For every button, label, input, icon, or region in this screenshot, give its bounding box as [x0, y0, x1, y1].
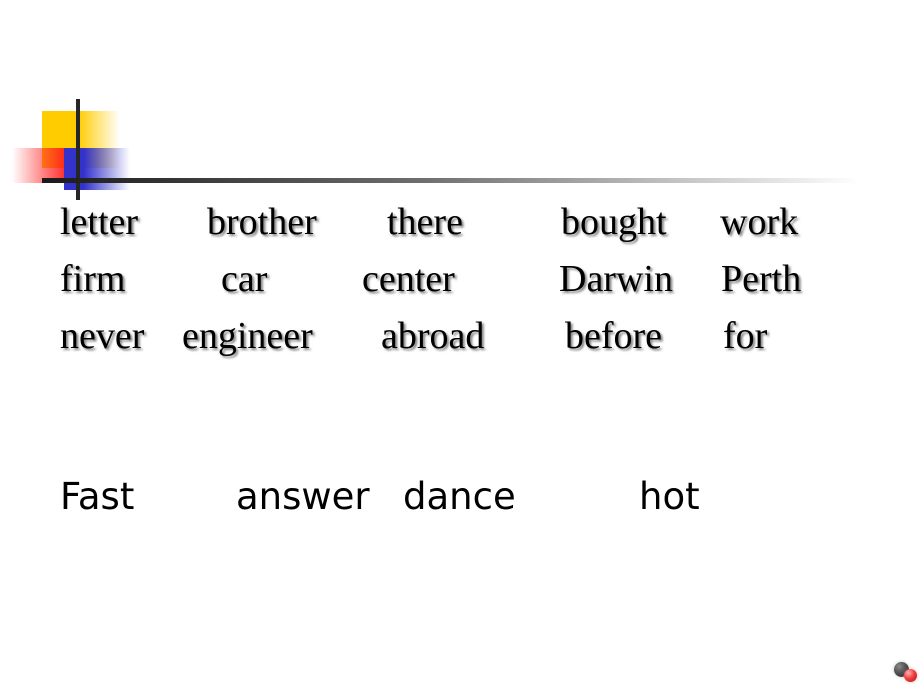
word-row-1: letter brother there bought work	[0, 196, 920, 253]
word-item: there	[387, 201, 463, 243]
word-item: answer	[236, 475, 370, 518]
word-item: work	[720, 201, 799, 243]
word-item: car	[221, 258, 268, 300]
word-item: bought	[561, 201, 667, 243]
serif-word-list: letter brother there bought work firm ca…	[0, 196, 920, 367]
sans-word-row: Fast answer dance hot	[0, 472, 920, 528]
word-item: Perth	[721, 258, 802, 300]
word-row-2: firm car center Darwin Perth	[0, 253, 920, 310]
slide-canvas: letter brother there bought work firm ca…	[0, 0, 920, 690]
vertical-rule	[76, 99, 80, 200]
word-item: Fast	[60, 475, 135, 518]
word-item: letter	[60, 201, 139, 243]
blue-square-shape	[64, 148, 130, 190]
word-item: dance	[403, 475, 516, 518]
word-item: engineer	[182, 315, 313, 357]
word-item: before	[565, 315, 663, 357]
word-item: Darwin	[559, 258, 673, 300]
word-item: firm	[60, 258, 126, 300]
horizontal-rule	[42, 178, 860, 183]
corner-spheres-icon	[893, 660, 919, 686]
word-row-3: never engineer abroad before for	[0, 310, 920, 367]
word-item: never	[60, 315, 145, 357]
decorative-cross-ornament	[0, 90, 920, 200]
red-sphere-icon	[904, 669, 917, 682]
word-item: abroad	[381, 315, 485, 357]
word-item: center	[362, 258, 455, 300]
word-item: hot	[639, 475, 700, 518]
word-item: for	[723, 315, 768, 357]
word-item: brother	[207, 201, 317, 243]
